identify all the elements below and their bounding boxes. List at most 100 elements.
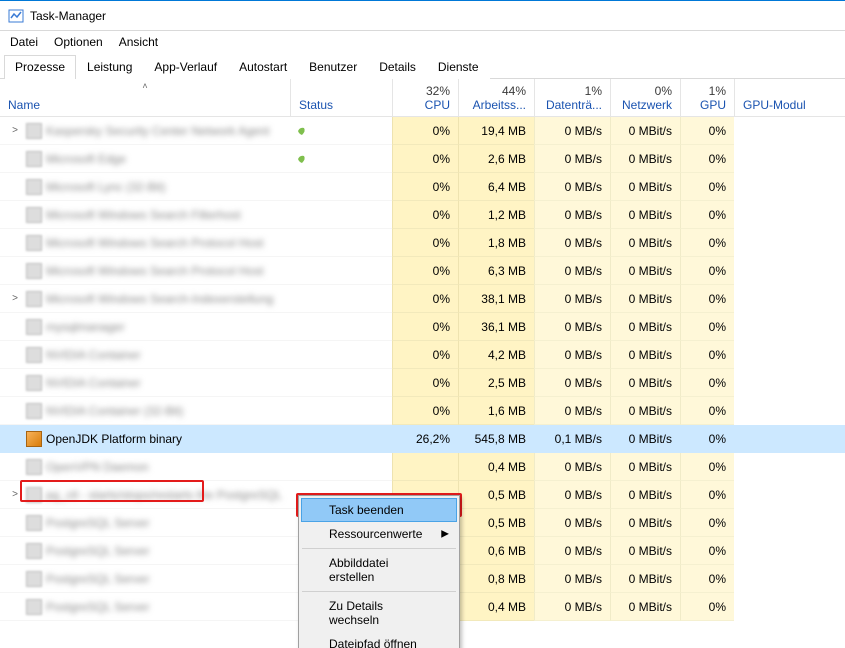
column-headers: ˄ Name Status 32%CPU 44%Arbeitss... 1%Da…: [0, 79, 845, 117]
col-disk[interactable]: 1%Datenträ...: [534, 79, 610, 116]
process-row[interactable]: OpenVPN Daemon0,4 MB0 MB/s0 MBit/s0%: [0, 453, 845, 481]
process-name: NVIDIA Container: [46, 348, 141, 362]
menu-options[interactable]: Optionen: [54, 35, 103, 49]
cell-gpu-module: [734, 285, 814, 313]
cell-status: [290, 425, 392, 453]
cell-gpu: 0%: [680, 509, 734, 537]
process-icon: [26, 459, 42, 475]
col-cpu[interactable]: 32%CPU: [392, 79, 458, 116]
cell-network: 0 MBit/s: [610, 369, 680, 397]
cell-network: 0 MBit/s: [610, 425, 680, 453]
cell-disk: 0 MB/s: [534, 117, 610, 145]
process-name: NVIDIA Container (32-Bit): [46, 404, 183, 418]
submenu-arrow-icon: ▶: [441, 529, 449, 540]
cell-name: mysqlmanager: [0, 313, 290, 341]
col-status[interactable]: Status: [290, 79, 392, 116]
sort-indicator-icon: ˄: [142, 81, 147, 91]
cell-gpu-module: [734, 369, 814, 397]
menu-view[interactable]: Ansicht: [119, 35, 158, 49]
cell-gpu-module: [734, 509, 814, 537]
process-icon: [26, 123, 42, 139]
tab-details[interactable]: Details: [368, 55, 427, 79]
cell-memory: 36,1 MB: [458, 313, 534, 341]
process-icon: [26, 263, 42, 279]
cell-cpu: 26,2%: [392, 425, 458, 453]
process-icon: [26, 599, 42, 615]
cell-name: NVIDIA Container: [0, 369, 290, 397]
tab-autostart[interactable]: Autostart: [228, 55, 298, 79]
col-mem[interactable]: 44%Arbeitss...: [458, 79, 534, 116]
cell-gpu-module: [734, 201, 814, 229]
cell-gpu-module: [734, 341, 814, 369]
cell-gpu: 0%: [680, 173, 734, 201]
col-gpu[interactable]: 1%GPU: [680, 79, 734, 116]
process-row[interactable]: Microsoft Windows Search Filterhost0%1,2…: [0, 201, 845, 229]
cell-gpu: 0%: [680, 229, 734, 257]
cell-gpu: 0%: [680, 201, 734, 229]
cell-gpu: 0%: [680, 313, 734, 341]
cell-gpu-module: [734, 453, 814, 481]
process-icon: [26, 375, 42, 391]
expander-icon[interactable]: >: [8, 125, 22, 136]
cell-gpu-module: [734, 173, 814, 201]
process-row[interactable]: >Microsoft Windows Search-Indexerstellun…: [0, 285, 845, 313]
cell-network: 0 MBit/s: [610, 229, 680, 257]
tab-prozesse[interactable]: Prozesse: [4, 55, 76, 79]
cell-disk: 0 MB/s: [534, 201, 610, 229]
cell-cpu: 0%: [392, 117, 458, 145]
tab-leistung[interactable]: Leistung: [76, 55, 143, 79]
process-row[interactable]: Microsoft Edge0%2,6 MB0 MB/s0 MBit/s0%: [0, 145, 845, 173]
process-name: pg_ctl - starts/stops/restarts the Postg…: [46, 488, 282, 502]
menu-file[interactable]: Datei: [10, 35, 38, 49]
col-net[interactable]: 0%Netzwerk: [610, 79, 680, 116]
ctx-resource-values[interactable]: Ressourcenwerte▶: [301, 522, 457, 546]
process-row[interactable]: Microsoft Windows Search Protocol Host0%…: [0, 257, 845, 285]
col-name[interactable]: ˄ Name: [0, 79, 290, 116]
cell-gpu-module: [734, 117, 814, 145]
cell-network: 0 MBit/s: [610, 285, 680, 313]
col-gpu-module[interactable]: GPU-Modul: [734, 79, 814, 116]
tab-benutzer[interactable]: Benutzer: [298, 55, 368, 79]
cell-network: 0 MBit/s: [610, 313, 680, 341]
process-row[interactable]: Microsoft Windows Search Protocol Host 0%…: [0, 229, 845, 257]
cell-gpu-module: [734, 229, 814, 257]
separator: [302, 591, 456, 592]
cell-network: 0 MBit/s: [610, 565, 680, 593]
cell-gpu: 0%: [680, 425, 734, 453]
process-icon: [26, 319, 42, 335]
expander-icon[interactable]: >: [8, 293, 22, 304]
process-row[interactable]: NVIDIA Container0%4,2 MB0 MB/s0 MBit/s0%: [0, 341, 845, 369]
cell-status: [290, 453, 392, 481]
ctx-go-to-details[interactable]: Zu Details wechseln: [301, 594, 457, 632]
cell-gpu: 0%: [680, 145, 734, 173]
cell-name: >Kaspersky Security Center Network Agent: [0, 117, 290, 145]
cell-cpu: 0%: [392, 341, 458, 369]
tab-dienste[interactable]: Dienste: [427, 55, 490, 79]
ctx-open-file-location[interactable]: Dateipfad öffnen: [301, 632, 457, 648]
expander-icon[interactable]: >: [8, 489, 22, 500]
cell-name: PostgreSQL Server: [0, 565, 290, 593]
process-row[interactable]: NVIDIA Container (32-Bit)0%1,6 MB0 MB/s0…: [0, 397, 845, 425]
process-name: PostgreSQL Server: [46, 600, 150, 614]
app-icon: [8, 8, 24, 24]
process-row[interactable]: NVIDIA Container0%2,5 MB0 MB/s0 MBit/s0%: [0, 369, 845, 397]
cell-memory: 0,5 MB: [458, 509, 534, 537]
process-icon: [26, 543, 42, 559]
process-row[interactable]: mysqlmanager0%36,1 MB0 MB/s0 MBit/s0%: [0, 313, 845, 341]
context-menu: Task beenden Ressourcenwerte▶ Abbilddate…: [298, 495, 460, 648]
cell-cpu: 0%: [392, 313, 458, 341]
process-name: OpenVPN Daemon: [46, 460, 149, 474]
titlebar: Task-Manager: [0, 1, 845, 31]
process-row[interactable]: Microsoft Lync (32-Bit)0%6,4 MB0 MB/s0 M…: [0, 173, 845, 201]
cell-memory: 0,5 MB: [458, 481, 534, 509]
ctx-create-dump[interactable]: Abbilddatei erstellen: [301, 551, 457, 589]
process-row[interactable]: >Kaspersky Security Center Network Agent…: [0, 117, 845, 145]
menubar: Datei Optionen Ansicht: [0, 31, 845, 53]
process-name: Microsoft Windows Search Protocol Host: [46, 236, 263, 250]
ctx-end-task[interactable]: Task beenden: [301, 498, 457, 522]
cell-gpu: 0%: [680, 369, 734, 397]
cell-memory: 1,6 MB: [458, 397, 534, 425]
cell-status: [290, 397, 392, 425]
process-row[interactable]: OpenJDK Platform binary26,2%545,8 MB0,1 …: [0, 425, 845, 453]
tab-app-verlauf[interactable]: App-Verlauf: [143, 55, 228, 79]
